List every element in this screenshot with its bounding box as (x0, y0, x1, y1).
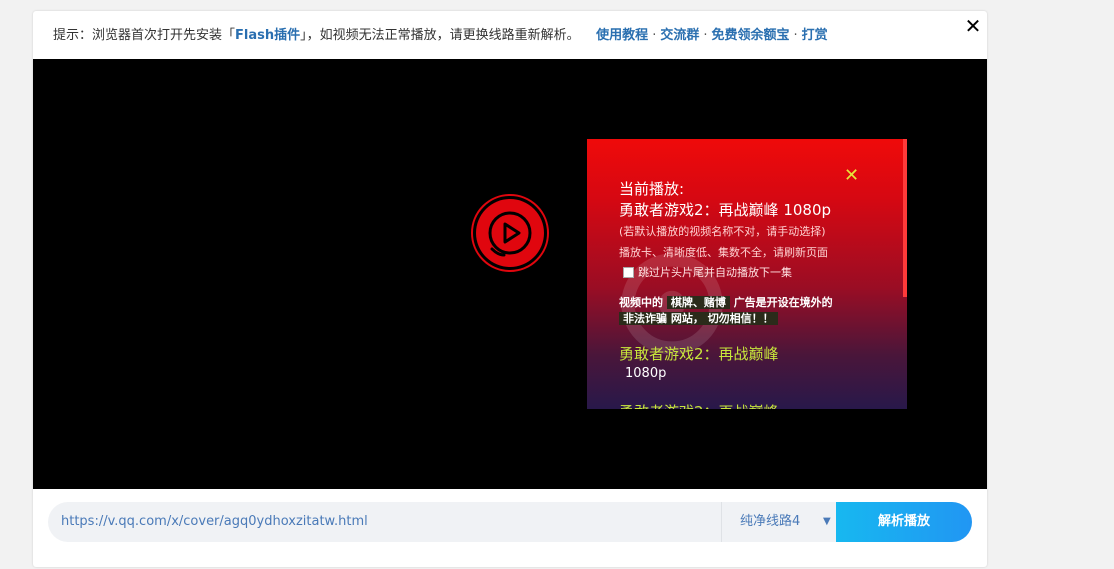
now-playing-panel: ✕ 当前播放: 勇敢者游戏2：再战巅峰 1080p (若默认播放的视频名称不对，… (587, 139, 907, 409)
notice-prefix: 提示：浏览器首次打开先安装「 (53, 28, 236, 43)
url-input[interactable]: https://v.qq.com/x/cover/agq0ydhoxzitatw… (61, 502, 368, 542)
flash-plugin-link[interactable]: Flash插件 (235, 28, 300, 43)
close-icon[interactable]: ✕ (963, 14, 983, 38)
episode-item[interactable]: 勇敢者游戏2：再战巅峰 (619, 401, 779, 409)
parse-play-button[interactable]: 解析播放 (836, 502, 972, 542)
panel-scrollbar[interactable] (903, 139, 907, 297)
warning-text: 广告是开设在境外的 (733, 296, 833, 309)
flash-notice: 提示：浏览器首次打开先安装「Flash插件」，如视频无法正常播放，请更换线路重新… (53, 25, 828, 47)
video-player[interactable]: ✕ 当前播放: 勇敢者游戏2：再战巅峰 1080p (若默认播放的视频名称不对，… (33, 59, 987, 489)
alipay-link[interactable]: 免费领余额宝 (711, 28, 789, 43)
play-icon[interactable] (470, 193, 550, 273)
separator: · (652, 28, 657, 43)
parse-bar: https://v.qq.com/x/cover/agq0ydhoxzitatw… (48, 502, 972, 542)
separator: · (703, 28, 708, 43)
notice-suffix: 」，如视频无法正常播放，请更换线路重新解析。 (300, 28, 580, 43)
player-dialog: 提示：浏览器首次打开先安装「Flash插件」，如视频无法正常播放，请更换线路重新… (33, 11, 987, 567)
chevron-down-icon[interactable]: ▼ (823, 502, 831, 542)
warning-highlight: 非法诈骗 网站， 切勿相信！！ (619, 312, 778, 325)
warning-highlight: 棋牌、赌博 (666, 296, 730, 309)
current-label: 当前播放: (619, 180, 685, 198)
current-title: 勇敢者游戏2：再战巅峰 1080p (619, 201, 832, 219)
divider (721, 502, 722, 542)
skip-intro-label: 跳过片头片尾并自动播放下一集 (638, 266, 792, 279)
separator: · (793, 28, 798, 43)
refresh-hint: 播放卡、清晰度低、集数不全，请刷新页面 (619, 246, 828, 259)
warning-line-1: 视频中的 棋牌、赌博 广告是开设在境外的 (619, 294, 833, 310)
episode-item[interactable]: 勇敢者游戏2：再战巅峰 (619, 343, 779, 364)
skip-intro-checkbox[interactable] (623, 266, 634, 278)
group-link[interactable]: 交流群 (660, 28, 699, 43)
line-select[interactable]: 纯净线路4 (740, 502, 800, 542)
panel-close-icon[interactable]: ✕ (844, 165, 859, 186)
warning-line-2: 非法诈骗 网站， 切勿相信！！ (619, 310, 778, 326)
warning-text: 视频中的 (619, 296, 663, 309)
tutorial-link[interactable]: 使用教程 (596, 28, 648, 43)
skip-intro-option[interactable]: 跳过片头片尾并自动播放下一集 (623, 264, 792, 280)
tip-link[interactable]: 打赏 (802, 28, 828, 43)
episode-quality: 1080p (625, 366, 667, 381)
select-hint: (若默认播放的视频名称不对，请手动选择) (619, 225, 826, 238)
